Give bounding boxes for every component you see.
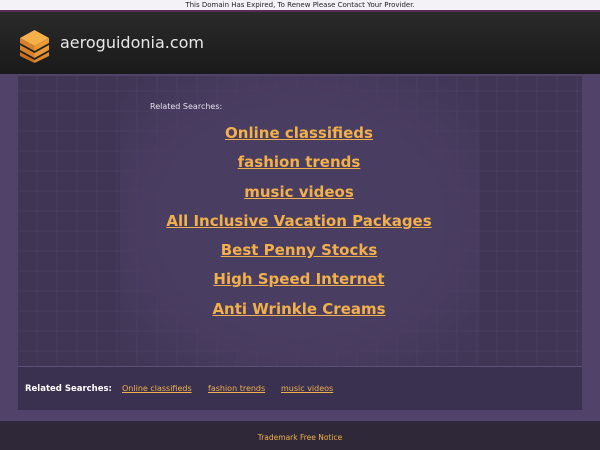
related-link-fashion-trends[interactable]: fashion trends xyxy=(238,153,361,171)
trademark-notice-link[interactable]: Trademark Free Notice xyxy=(258,433,343,442)
related-link-online-classifieds[interactable]: Online classifieds xyxy=(225,124,373,142)
list-item: Anti Wrinkle Creams xyxy=(120,296,478,325)
list-item: Best Penny Stocks xyxy=(120,237,478,266)
bottom-related-bar: Related Searches: Online classifieds fas… xyxy=(18,366,582,410)
bottom-link-online-classifieds[interactable]: Online classifieds xyxy=(122,384,192,393)
footer: Trademark Free Notice xyxy=(0,421,600,450)
related-link-anti-wrinkle-creams[interactable]: Anti Wrinkle Creams xyxy=(212,300,385,318)
list-item: fashion trends xyxy=(120,149,478,178)
related-searches-heading: Related Searches: xyxy=(150,102,223,111)
related-links-list: Online classifieds fashion trends music … xyxy=(120,120,478,325)
bottom-link-music-videos[interactable]: music videos xyxy=(281,384,333,393)
related-link-vacation-packages[interactable]: All Inclusive Vacation Packages xyxy=(166,212,431,230)
related-link-high-speed-internet[interactable]: High Speed Internet xyxy=(213,270,384,288)
related-link-music-videos[interactable]: music videos xyxy=(244,183,354,201)
bottom-link-fashion-trends[interactable]: fashion trends xyxy=(208,384,265,393)
expired-notice-bar: This Domain Has Expired, To Renew Please… xyxy=(0,0,600,10)
header: aeroguidonia.com xyxy=(0,10,600,74)
site-name[interactable]: aeroguidonia.com xyxy=(60,33,204,53)
related-link-penny-stocks[interactable]: Best Penny Stocks xyxy=(221,241,378,259)
list-item: music videos xyxy=(120,179,478,208)
list-item: High Speed Internet xyxy=(120,266,478,295)
stacked-layers-icon[interactable] xyxy=(19,29,50,63)
list-item: All Inclusive Vacation Packages xyxy=(120,208,478,237)
bottom-related-label: Related Searches: xyxy=(25,384,112,394)
list-item: Online classifieds xyxy=(120,120,478,149)
